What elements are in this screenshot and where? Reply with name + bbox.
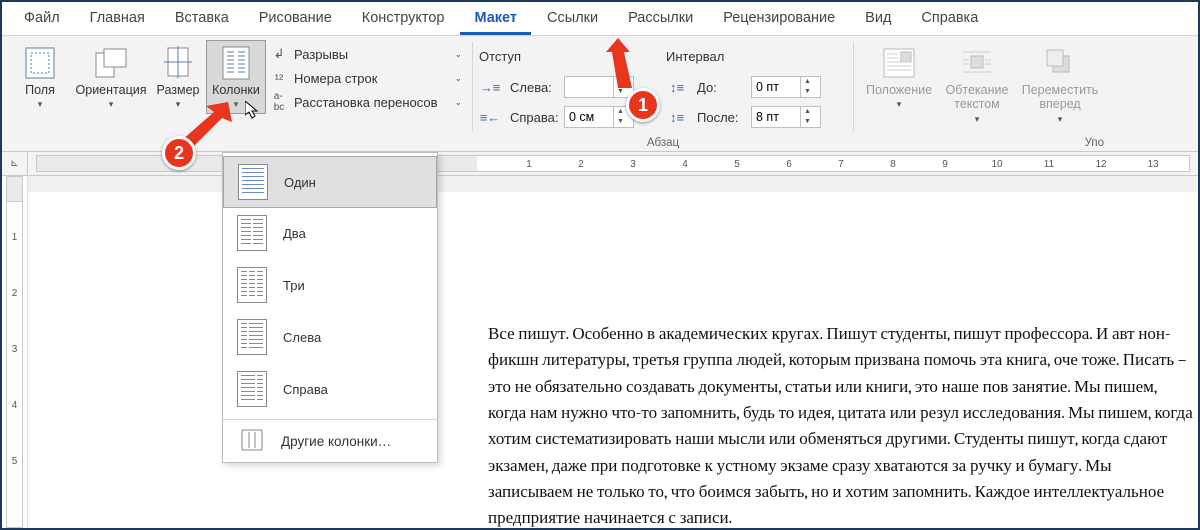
vertical-ruler[interactable]: 12345 [2,176,28,528]
hyphenation-button[interactable]: a-bc Расстановка переносов ⌄ [266,90,466,114]
position-button: Положение ▾ [860,40,938,128]
group-arrange: Положение ▾ Обтекание текстом ▾ Перемест… [854,36,1110,151]
margins-icon [25,45,55,81]
tab-insert[interactable]: Вставка [161,3,243,35]
chevron-down-icon: ⌄ [454,49,462,60]
line-numbers-button[interactable]: ¹² Номера строк ⌄ [266,66,466,90]
chevron-down-icon: ▾ [109,99,114,110]
spacing-after-input[interactable]: ▲▼ [751,106,821,128]
spacing-before-label: До: [697,80,745,95]
cursor-icon [245,101,261,121]
bring-forward-button: Переместить вперед ▾ [1016,40,1104,128]
spacing-after-icon: ↕≡ [666,110,688,125]
columns-option-right[interactable]: Справа [223,363,437,415]
tab-design[interactable]: Конструктор [348,3,459,35]
group-paragraph: Отступ Интервал →≡ Слева: ▲▼ ↕≡ До: ▲▼ ≡… [473,36,853,151]
wrap-text-button: Обтекание текстом ▾ [938,40,1016,128]
columns-left-icon [237,319,267,355]
columns-option-one[interactable]: Один [223,156,437,208]
columns-more-icon [237,429,267,454]
tab-file[interactable]: Файл [10,3,74,35]
columns-option-two[interactable]: Два [223,207,437,259]
tab-home[interactable]: Главная [76,3,159,35]
wrap-icon [961,45,993,81]
columns-right-icon [237,371,267,407]
columns-option-three[interactable]: Три [223,259,437,311]
chevron-down-icon: ⌄ [454,97,462,108]
indent-right-icon: ≡← [479,110,501,125]
orientation-icon [94,45,128,81]
bring-forward-icon [1045,45,1075,81]
spacing-header: Интервал [666,49,847,66]
hyphenation-icon: a-bc [270,91,288,113]
tab-help[interactable]: Справка [907,3,992,35]
tab-view[interactable]: Вид [851,3,905,35]
columns-dropdown: Один Два Три Слева Справа Другие колонки… [222,152,438,463]
page: Все пишут. Особенно в академических круг… [28,192,1198,528]
chevron-down-icon: ⌄ [454,73,462,84]
position-icon [883,45,915,81]
margins-button[interactable]: Поля ▾ [8,40,72,114]
tab-mailings[interactable]: Рассылки [614,3,707,35]
tab-review[interactable]: Рецензирование [709,3,849,35]
indent-right-label: Справа: [510,110,558,125]
document-wrap: 12345 Все пишут. Особенно в академически… [2,176,1198,528]
callout-badge-2: 2 [162,136,196,170]
chevron-down-icon: ▾ [1058,114,1063,125]
document-area[interactable]: Все пишут. Особенно в академических круг… [28,176,1198,528]
columns-icon [222,45,250,81]
orientation-button[interactable]: Ориентация ▾ [72,40,150,114]
group-label-truncated: Упо [1085,137,1104,149]
chevron-down-icon: ▾ [38,99,43,110]
group-label-paragraph: Абзац [473,137,853,149]
ruler-corner: ⊾ [2,152,28,175]
chevron-down-icon: ▾ [975,114,980,125]
spacing-before-icon: ↕≡ [666,80,688,95]
indent-left-label: Слева: [510,80,558,95]
spacing-before-input[interactable]: ▲▼ [751,76,821,98]
spacing-after-label: После: [697,110,745,125]
columns-three-icon [237,267,267,303]
columns-two-icon [237,215,267,251]
chevron-down-icon: ▾ [897,99,902,110]
tab-layout[interactable]: Макет [460,3,531,35]
callout-badge-1: 1 [626,88,660,122]
indent-left-icon: →≡ [479,80,501,95]
breaks-icon: ↲ [270,46,288,62]
size-icon [164,45,192,81]
ribbon-tabs: Файл Главная Вставка Рисование Конструкт… [2,2,1198,36]
breaks-button[interactable]: ↲ Разрывы ⌄ [266,42,466,66]
columns-more-button[interactable]: Другие колонки… [223,424,437,458]
document-text: Все пишут. Особенно в академических круг… [488,322,1198,528]
tab-references[interactable]: Ссылки [533,3,612,35]
tab-draw[interactable]: Рисование [245,3,346,35]
indent-right-input[interactable]: ▲▼ [564,106,634,128]
dropdown-separator [223,419,437,420]
columns-option-left[interactable]: Слева [223,311,437,363]
line-numbers-icon: ¹² [270,71,288,86]
columns-one-icon [238,164,268,200]
